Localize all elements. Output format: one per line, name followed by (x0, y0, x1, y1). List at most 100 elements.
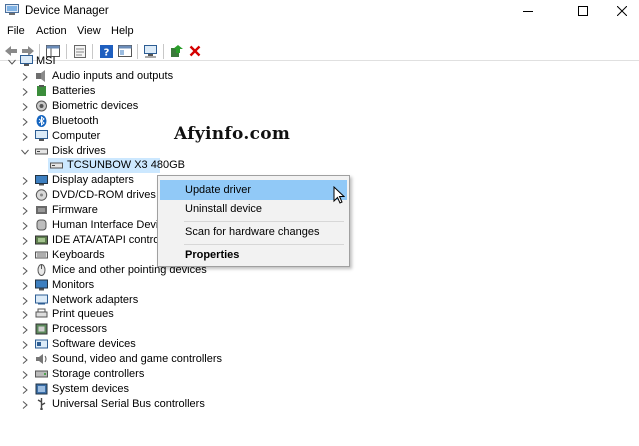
tree-category-label: Processors (52, 323, 108, 336)
tree-category-row[interactable]: Batteries (0, 84, 639, 99)
tree-category-label: Biometric devices (52, 99, 139, 112)
chevron-right-icon[interactable] (21, 341, 29, 350)
tree-category-label: Network adapters (52, 293, 139, 306)
device-manager-icon (5, 4, 19, 15)
tree-category-label: Batteries (52, 84, 96, 97)
minimize-icon (523, 11, 533, 12)
tree-category-label: Monitors (52, 278, 95, 291)
tree-root-label: MSI (36, 55, 56, 68)
window-title: Device Manager (25, 5, 109, 17)
close-button[interactable] (604, 0, 639, 22)
tree-category-row[interactable]: Computer (0, 129, 639, 144)
computer-icon (20, 55, 33, 67)
chevron-right-icon[interactable] (21, 356, 29, 364)
network-adapter-icon (35, 294, 48, 304)
mouse-pointer-icon (333, 186, 345, 204)
chevron-right-icon[interactable] (21, 326, 29, 335)
watermark-text: Afyinfo.com (174, 124, 291, 144)
tree-category-label: System devices (52, 382, 130, 395)
chevron-right-icon[interactable] (21, 371, 29, 379)
chevron-right-icon[interactable] (21, 266, 29, 275)
biometric-icon (36, 100, 47, 112)
tree-category-label: DVD/CD-ROM drives (52, 189, 156, 202)
tree-category-row[interactable]: Audio inputs and outputs (0, 69, 639, 84)
monitor-icon (35, 279, 48, 291)
speaker-icon (36, 70, 45, 82)
menu-view[interactable]: View (77, 25, 101, 37)
tree-category-row[interactable]: Sound, video and game controllers (0, 352, 639, 367)
ide-controller-icon (35, 235, 48, 245)
chevron-right-icon[interactable] (21, 117, 29, 126)
chevron-right-icon[interactable] (21, 207, 29, 215)
chevron-right-icon[interactable] (21, 281, 29, 290)
menu-bar: File Action View Help (0, 23, 639, 41)
firmware-icon (36, 206, 47, 215)
menu-file[interactable]: File (7, 25, 25, 37)
chevron-right-icon[interactable] (21, 88, 29, 96)
chevron-right-icon[interactable] (21, 177, 29, 186)
tree-category-row[interactable]: System devices (0, 382, 639, 397)
tree-category-label: IDE ATA/ATAPI controlle (52, 233, 171, 246)
tree-category-label: Bluetooth (52, 114, 99, 127)
chevron-right-icon[interactable] (21, 251, 29, 260)
chevron-right-icon[interactable] (21, 102, 29, 111)
tree-category-label: Keyboards (52, 248, 105, 261)
storage-controller-icon (35, 370, 48, 378)
chevron-right-icon[interactable] (21, 400, 29, 409)
uninstall-device-menu-item[interactable]: Uninstall device (160, 199, 347, 219)
maximize-button[interactable] (561, 0, 605, 22)
chevron-right-icon[interactable] (21, 386, 29, 394)
update-driver-menu-item[interactable]: Update driver (160, 180, 347, 200)
dvd-drive-icon (35, 189, 48, 201)
close-icon (616, 6, 627, 16)
menu-help[interactable]: Help (111, 25, 134, 37)
chevron-right-icon[interactable] (21, 311, 29, 320)
printer-icon (35, 308, 48, 318)
minimize-button[interactable] (506, 0, 550, 22)
keyboard-icon (35, 251, 48, 259)
chevron-right-icon[interactable] (21, 73, 29, 81)
software-device-icon (35, 339, 48, 349)
mouse-icon (37, 263, 46, 276)
tree-category-row[interactable]: Bluetooth (0, 114, 639, 129)
chevron-down-icon[interactable] (8, 58, 16, 66)
tree-category-row[interactable]: Universal Serial Bus controllers (0, 397, 639, 412)
chevron-right-icon[interactable] (21, 237, 29, 245)
chevron-right-icon[interactable] (21, 222, 29, 230)
processor-icon (35, 323, 48, 335)
computer-icon (35, 129, 48, 141)
tree-category-row[interactable]: Print queues (0, 307, 639, 322)
hid-icon (36, 219, 47, 231)
usb-icon (37, 397, 46, 410)
chevron-right-icon[interactable] (21, 296, 29, 305)
chevron-right-icon[interactable] (21, 132, 29, 141)
tree-category-row[interactable]: Software devices (0, 337, 639, 352)
context-menu: Update driver Uninstall device Scan for … (157, 175, 350, 267)
selected-device-label: TCSUNBOW X3 480GB (67, 159, 185, 172)
properties-menu-item[interactable]: Properties (160, 245, 347, 265)
tree-category-row[interactable]: Network adapters (0, 293, 639, 308)
tree-category-row[interactable]: Monitors (0, 278, 639, 293)
tree-category-row[interactable]: Storage controllers (0, 367, 639, 382)
menu-action[interactable]: Action (36, 25, 67, 37)
chevron-down-icon[interactable] (21, 148, 29, 156)
tree-category-label: Sound, video and game controllers (52, 353, 222, 366)
display-adapter-icon (35, 175, 48, 186)
tree-category-row[interactable]: Biometric devices (0, 99, 639, 114)
tree-category-label: Human Interface Device (52, 219, 170, 231)
maximize-icon (578, 6, 588, 16)
bluetooth-icon (36, 114, 47, 127)
tree-category-row[interactable]: Processors (0, 322, 639, 337)
tree-category-label: Disk drives (52, 144, 106, 157)
disk-drive-icon (50, 162, 63, 169)
scan-hardware-menu-item[interactable]: Scan for hardware changes (160, 222, 347, 242)
tree-device-row[interactable]: TCSUNBOW X3 480GB (0, 158, 639, 173)
tree-category-label: Computer (52, 129, 101, 142)
chevron-right-icon[interactable] (21, 192, 29, 201)
tree-category-label: Print queues (52, 308, 114, 321)
disk-drive-icon (35, 148, 48, 154)
tree-category-label: Software devices (52, 338, 136, 351)
tree-category-row[interactable]: Disk drives (0, 144, 639, 159)
tree-root-row[interactable]: MSI (0, 54, 639, 69)
battery-icon (37, 84, 46, 96)
